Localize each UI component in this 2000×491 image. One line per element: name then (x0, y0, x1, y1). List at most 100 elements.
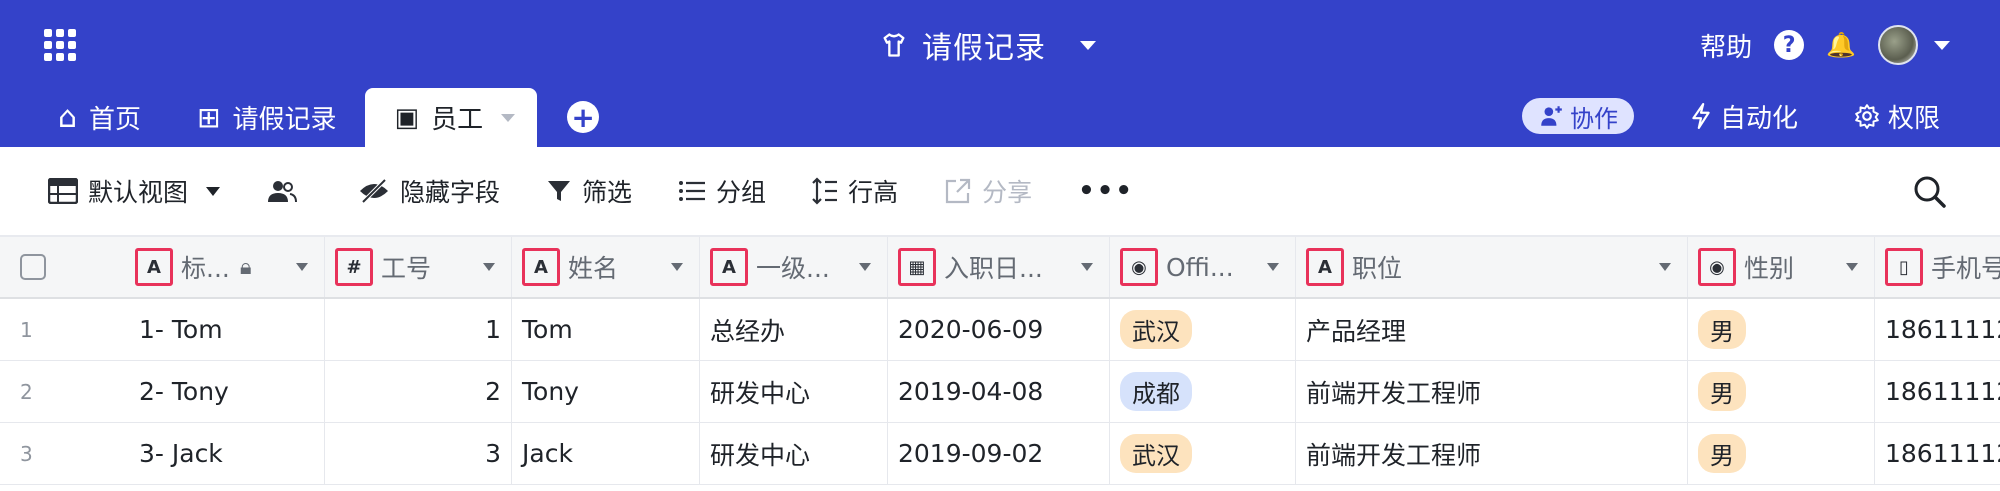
cell-phone[interactable]: 18611112 (1875, 361, 2000, 422)
column-header-phone[interactable]: ▯ 手机号 (1875, 237, 2000, 297)
cell-phone[interactable]: 18611112 (1875, 299, 2000, 360)
table-row[interactable]: 2 2- Tony 2 Tony 研发中心 2019-04-08 成都 前端开发… (0, 361, 2000, 423)
cell-title[interactable]: 2- Tony (125, 361, 325, 422)
permission-label: 权限 (1887, 103, 1940, 134)
more-button[interactable]: ••• (1078, 176, 1134, 206)
table-row[interactable]: 3 3- Jack 3 Jack 研发中心 2019-09-02 武汉 前端开发… (0, 423, 2000, 485)
table-row[interactable]: 1 1- Tom 1 Tom 总经办 2020-06-09 武汉 产品经理 男 … (0, 299, 2000, 361)
share-icon (945, 178, 971, 204)
chevron-down-icon[interactable] (206, 186, 221, 196)
cell-phone[interactable]: 18611112 (1875, 423, 2000, 484)
cell-name[interactable]: Jack (512, 423, 700, 484)
tab-label: 首页 (89, 105, 142, 135)
gear-icon (1855, 104, 1879, 129)
cell-title[interactable]: 1- Tom (125, 299, 325, 360)
tab-label: 请假记录 (232, 105, 337, 135)
column-header-position[interactable]: A 职位 (1296, 237, 1688, 297)
cell-hire-date[interactable]: 2019-04-08 (888, 361, 1110, 422)
cell-hire-date[interactable]: 2019-09-02 (888, 423, 1110, 484)
row-number: 1 (20, 317, 33, 342)
collaborate-button[interactable]: 协作 (1521, 98, 1634, 134)
filter-button[interactable]: 筛选 (546, 173, 632, 209)
chevron-down-icon[interactable] (1659, 263, 1671, 271)
chevron-down-icon[interactable] (483, 263, 495, 271)
cell-office[interactable]: 武汉 (1110, 423, 1296, 484)
chevron-down-icon[interactable] (1846, 263, 1858, 271)
apps-grid-icon[interactable] (42, 27, 78, 63)
avatar[interactable] (1878, 25, 1918, 65)
cell-office[interactable]: 武汉 (1110, 299, 1296, 360)
help-icon[interactable]: ? (1774, 30, 1805, 60)
automation-label: 自动化 (1719, 103, 1798, 134)
row-height-label: 行高 (848, 178, 899, 207)
cell-office[interactable]: 成都 (1110, 361, 1296, 422)
column-header-id[interactable]: # 工号 (325, 237, 512, 297)
bell-icon[interactable]: 🔔 (1826, 31, 1856, 59)
text-field-icon: A (710, 248, 748, 286)
automation-button[interactable]: 自动化 (1690, 98, 1798, 135)
filter-label: 筛选 (582, 178, 633, 207)
text-field-icon: A (135, 248, 173, 286)
cell-name[interactable]: Tony (512, 361, 700, 422)
cell-id[interactable]: 2 (325, 361, 512, 422)
gender-tag: 男 (1698, 372, 1746, 411)
gender-tag: 男 (1698, 434, 1746, 473)
cell-title[interactable]: 3- Jack (125, 423, 325, 484)
cell-id[interactable]: 1 (325, 299, 512, 360)
chevron-down-icon[interactable] (296, 263, 308, 271)
base-title-text: 请假记录 (922, 31, 1046, 66)
cell-gender[interactable]: 男 (1688, 299, 1875, 360)
cell-dept[interactable]: 总经办 (700, 299, 888, 360)
eye-off-icon (360, 179, 389, 203)
column-label: 标... (181, 254, 230, 283)
contact-card-icon: ▣ (394, 102, 420, 133)
tab-home[interactable]: ⌂ 首页 (0, 88, 169, 147)
cell-position[interactable]: 前端开发工程师 (1296, 361, 1688, 422)
share-label: 分享 (982, 178, 1033, 207)
column-header-hire-date[interactable]: ▦ 入职日... (888, 237, 1110, 297)
cell-id[interactable]: 3 (325, 423, 512, 484)
cell-gender[interactable]: 男 (1688, 423, 1875, 484)
share-button[interactable]: 分享 (944, 173, 1032, 209)
column-header-name[interactable]: A 姓名 (512, 237, 700, 297)
tab-leave-records[interactable]: ⊞ 请假记录 (169, 88, 364, 147)
column-header-office[interactable]: ◉ Offi... (1110, 237, 1296, 297)
cell-gender[interactable]: 男 (1688, 361, 1875, 422)
search-icon[interactable] (1910, 172, 1950, 212)
view-switcher[interactable]: 默认视图 (48, 173, 221, 209)
view-members-button[interactable] (266, 178, 298, 204)
group-label: 分组 (716, 178, 767, 207)
hide-fields-button[interactable]: 隐藏字段 (358, 173, 500, 209)
base-title[interactable]: 请假记录 (880, 20, 1096, 70)
column-header-dept[interactable]: A 一级... (700, 237, 888, 297)
cell-dept[interactable]: 研发中心 (700, 361, 888, 422)
header-actions: 协作 自动化 权限 (1521, 96, 1940, 136)
chevron-down-icon[interactable] (1081, 263, 1093, 271)
column-label: 入职日... (944, 254, 1043, 283)
tab-label: 员工 (431, 105, 484, 135)
cell-dept[interactable]: 研发中心 (700, 423, 888, 484)
chevron-down-icon[interactable] (671, 263, 683, 271)
chevron-down-icon[interactable] (859, 263, 871, 271)
single-select-icon: ◉ (1120, 248, 1158, 286)
group-button[interactable]: 分组 (678, 173, 766, 209)
cell-position[interactable]: 前端开发工程师 (1296, 423, 1688, 484)
cell-position[interactable]: 产品经理 (1296, 299, 1688, 360)
chevron-down-icon[interactable] (501, 113, 516, 122)
chevron-down-icon[interactable] (1080, 40, 1096, 50)
column-header-gender[interactable]: ◉ 性别 (1688, 237, 1875, 297)
cell-hire-date[interactable]: 2020-06-09 (888, 299, 1110, 360)
permission-button[interactable]: 权限 (1854, 98, 1940, 135)
chevron-down-icon[interactable] (1934, 40, 1950, 50)
help-label[interactable]: 帮助 (1700, 27, 1752, 64)
cell-name[interactable]: Tom (512, 299, 700, 360)
tab-employees[interactable]: ▣ 员工 (364, 88, 538, 147)
number-field-icon: # (335, 248, 373, 286)
select-all-checkbox[interactable] (20, 254, 46, 280)
column-header-title[interactable]: A 标... 🔒︎ (125, 237, 325, 297)
chevron-down-icon[interactable] (1267, 263, 1279, 271)
table-view-icon (48, 178, 78, 204)
row-height-button[interactable]: 行高 (812, 173, 898, 209)
lock-icon: 🔒︎ (239, 254, 252, 280)
add-table-button[interactable]: + (567, 101, 600, 134)
